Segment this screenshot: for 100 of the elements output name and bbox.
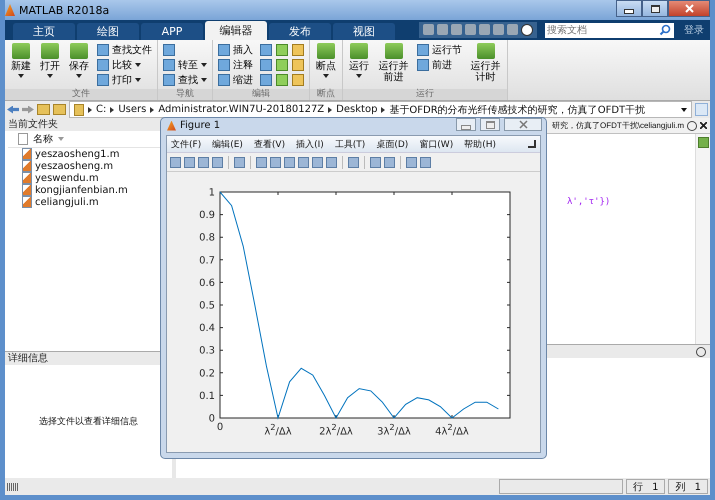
file-icon [18, 133, 28, 145]
dropdown-icon[interactable] [687, 120, 697, 130]
file-name[interactable]: yeszaosheng.m [35, 160, 114, 172]
ribbon-button[interactable]: 比较 [95, 57, 154, 72]
breadcrumb-arrow-icon [88, 106, 92, 112]
path-segment[interactable]: C: [96, 104, 106, 115]
ribbon-button[interactable]: 查找文件 [95, 42, 154, 57]
caret-icon[interactable] [681, 108, 687, 112]
m-file-icon [22, 196, 32, 208]
toolbar-icon[interactable] [292, 44, 304, 56]
address-field[interactable]: C: Users Administrator.WIN7U-20180127Z Desktop 基于OFDR的分布光纤传感技术的研究，仿真了OFDT干扰 [69, 101, 692, 118]
ribbon-button[interactable]: 新建 [8, 42, 34, 79]
menu-item[interactable]: 帮助(H) [464, 138, 496, 150]
group-label: 运行 [343, 89, 507, 100]
x-tick-label: 3λ$^{2}$/Δλ [377, 422, 411, 438]
toolbar-icon[interactable] [276, 74, 288, 86]
ribbon-button[interactable]: 转至 [161, 57, 209, 72]
toolbar-icon[interactable] [260, 58, 272, 70]
login-link[interactable]: 登录 [684, 23, 704, 37]
toolbar-icon [163, 44, 175, 56]
y-tick-label: 0.5 [199, 300, 215, 312]
ribbon-tab[interactable]: APP [141, 23, 203, 40]
breadcrumb-arrow-icon [110, 106, 114, 112]
y-tick-label: 1 [208, 188, 215, 198]
ribbon-button[interactable]: 断点 [313, 42, 339, 79]
minimize-button[interactable] [616, 0, 642, 17]
y-tick-label: 0 [208, 414, 215, 424]
close-icon [518, 120, 528, 129]
path-segment[interactable]: Administrator.WIN7U-20180127Z [158, 104, 324, 115]
path-segment[interactable]: Desktop [336, 104, 378, 115]
toolbar-icon[interactable] [276, 58, 288, 70]
y-tick-label: 0.3 [199, 346, 215, 357]
menu-item[interactable]: 窗口(W) [419, 138, 454, 150]
ribbon-button[interactable]: 注释 [216, 57, 255, 72]
toolbar-icon [97, 44, 109, 56]
ribbon-button[interactable]: 运行节 [415, 42, 464, 57]
caret-icon [135, 78, 141, 82]
x-tick-label: 4λ$^{2}$/Δλ [435, 422, 469, 438]
ribbon-button[interactable]: 保存 [66, 42, 92, 79]
toolbar-icon [218, 58, 230, 70]
toolbar-icon [97, 58, 109, 70]
ribbon-tab[interactable]: 发布 [269, 23, 331, 40]
caret-icon [201, 62, 207, 66]
menu-item[interactable]: 文件(F) [171, 138, 202, 150]
path-segment[interactable]: Users [118, 104, 146, 115]
y-tick-label: 0.8 [199, 232, 215, 244]
ribbon-button[interactable]: 运行 [346, 42, 372, 79]
close-button[interactable] [504, 118, 542, 131]
figure-title: Figure 1 [180, 120, 220, 131]
toolbar-icon [476, 43, 494, 59]
ribbon-button[interactable]: 打开 [37, 42, 63, 79]
dropdown-icon[interactable] [696, 346, 706, 356]
help-icon[interactable] [521, 24, 533, 36]
ribbon-tab[interactable]: 编辑器 [205, 21, 267, 40]
menu-item[interactable]: 编辑(E) [212, 138, 243, 150]
file-name[interactable]: yeswendu.m [35, 172, 99, 184]
ribbon-tab[interactable]: 主页 [13, 23, 75, 40]
file-name[interactable]: yeszaosheng1.m [35, 148, 120, 160]
y-tick-label: 0.1 [199, 390, 215, 402]
toolbar-icon[interactable] [292, 74, 304, 86]
path-segment[interactable]: 基于OFDR的分布光纤传感技术的研究，仿真了OFDT干扰 [389, 102, 646, 116]
ribbon-button[interactable]: 前进 [415, 57, 464, 72]
close-icon[interactable] [700, 122, 707, 129]
toolbar-icon [317, 43, 335, 59]
ribbon-button[interactable]: 打印 [95, 72, 154, 87]
maximize-button[interactable] [642, 0, 668, 17]
toolbar-icon[interactable] [260, 44, 272, 56]
ribbon-button[interactable]: 查找 [161, 72, 209, 87]
group-label: 编辑 [213, 89, 309, 100]
toolbar-icon[interactable] [260, 74, 272, 86]
caret-icon [76, 74, 82, 78]
status-grip-icon[interactable] [7, 482, 19, 490]
dock-arrow-icon[interactable] [528, 140, 536, 148]
x-tick-label: λ$^{2}$/Δλ [264, 422, 292, 438]
group-label: 断点 [310, 89, 342, 100]
toolbar-icon[interactable] [292, 58, 304, 70]
ribbon-tab[interactable]: 视图 [333, 23, 395, 40]
breadcrumb-arrow-icon [150, 106, 154, 112]
toolbar-icon [417, 58, 429, 70]
cursor-column: 列 1 [668, 479, 708, 494]
caret-icon [135, 62, 141, 66]
toolbar-icon [218, 74, 230, 86]
menu-item[interactable]: 查看(V) [254, 138, 286, 150]
toolbar-icon[interactable] [276, 44, 288, 56]
ribbon-button[interactable]: 缩进 [216, 72, 255, 87]
ribbon-button[interactable]: 运行并前进 [375, 42, 412, 84]
file-name[interactable]: kongjianfenbian.m [35, 184, 128, 196]
ribbon-button[interactable]: 插入 [216, 42, 255, 57]
close-button[interactable] [668, 0, 710, 17]
menu-item[interactable]: 插入(I) [296, 138, 324, 150]
y-tick-label: 0.7 [199, 255, 215, 266]
column-header[interactable]: 名称 [33, 132, 53, 146]
close-icon [684, 4, 694, 13]
status-indicator-icon [698, 137, 708, 148]
menu-item[interactable]: 桌面(D) [376, 138, 408, 150]
matlab-logo-icon [5, 4, 15, 16]
menu-item[interactable]: 工具(T) [334, 138, 366, 150]
file-name[interactable]: celiangjuli.m [35, 196, 99, 208]
ribbon-button[interactable]: 运行并计时 [467, 42, 504, 84]
ribbon-tab[interactable]: 绘图 [77, 23, 139, 40]
